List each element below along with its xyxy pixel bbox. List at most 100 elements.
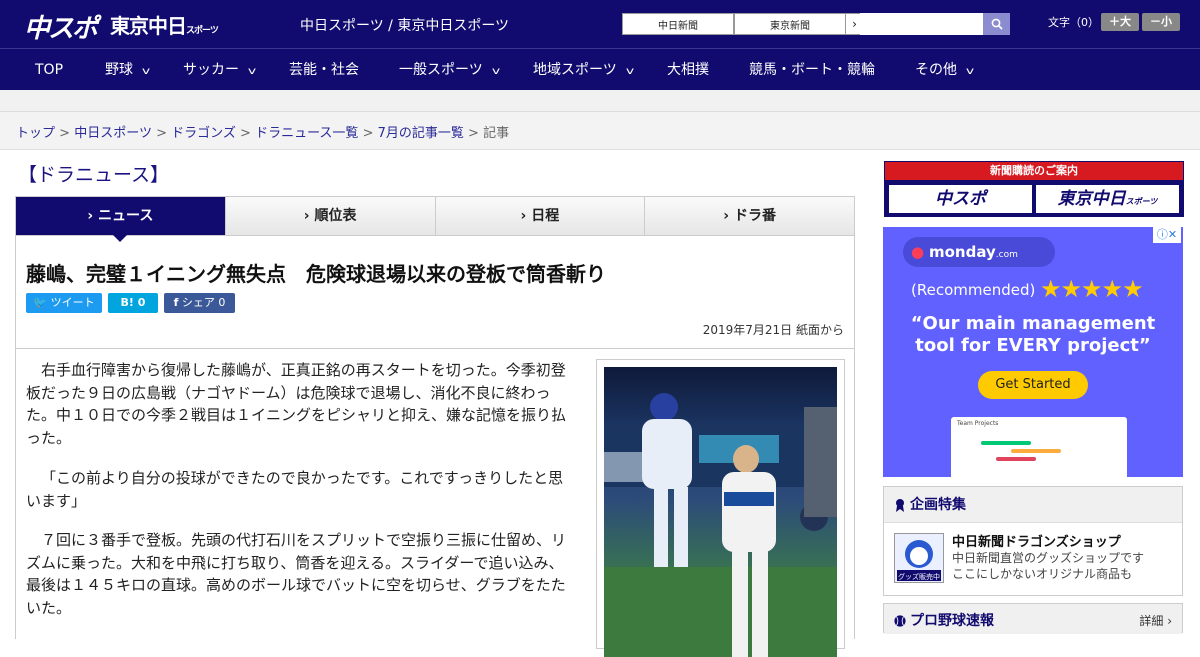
tweet-label: ツイート [50, 296, 95, 309]
ad-choices-icon[interactable]: ⓘ✕ [1153, 227, 1181, 243]
chunichi-sports-sub-logo: 中スポ [889, 185, 1032, 213]
dragons-shop-item[interactable]: グッズ販売中 中日新聞ドラゴンズショップ 中日新聞直営のグッズショップです ここ… [884, 523, 1182, 595]
breadcrumb-link[interactable]: トップ [16, 126, 55, 141]
nav-label: 地域スポーツ [533, 62, 617, 78]
monday-brand-suffix: .com [995, 250, 1018, 260]
twitter-icon: 🐦 [33, 296, 48, 309]
article-header: 藤嶋、完璧１イニング無失点 危険球退場以来の登板で筒香斬り 🐦 ツイート B! … [15, 236, 855, 349]
breadcrumb-bar: トップ > 中日スポーツ > ドラゴンズ > ドラニュース一覧 > 7月の記事一… [0, 112, 1200, 150]
nav-item-general-sports[interactable]: 一般スポーツ v [399, 49, 500, 91]
breadcrumb-link[interactable]: ドラニュース一覧 [255, 126, 358, 141]
get-started-button[interactable]: Get Started [978, 371, 1088, 399]
chevron-down-icon: v [625, 66, 634, 77]
feature-title: 企画特集 [910, 497, 966, 513]
tweet-button[interactable]: 🐦 ツイート [26, 293, 102, 313]
chevron-down-icon: v [491, 66, 500, 77]
chevron-down-icon: v [965, 66, 975, 77]
dragons-mascot-icon: グッズ販売中 [897, 540, 941, 581]
monday-logo-icon: ● [911, 243, 925, 261]
hatena-bookmark-button[interactable]: B! 0 [108, 293, 158, 313]
subscription-banner[interactable]: 新聞購読のご案内 中スポ 東京中日スポーツ [884, 161, 1184, 217]
breadcrumb-separator: > [468, 126, 479, 141]
nav-item-sumo[interactable]: 大相撲 [667, 49, 709, 91]
article-headline: 藤嶋、完璧１イニング無失点 危険球退場以来の登板で筒香斬り [26, 262, 606, 286]
nav-item-other[interactable]: その他 v [915, 49, 975, 91]
chevron-right-icon: › [520, 208, 527, 224]
breadcrumb-current: 記事 [483, 126, 510, 141]
ribbon-icon [896, 499, 904, 512]
font-larger-button[interactable]: ＋大 [1101, 13, 1139, 31]
subscription-label: 新聞購読のご案内 [885, 162, 1183, 180]
shop-desc-line: ここにしかないオリジナル商品も [952, 567, 1133, 581]
search-icon [991, 18, 1003, 30]
article-paragraph: 右手血行障害から復帰した藤嶋が、正真正銘の再スタートを切った。今季初登板だった９… [26, 361, 567, 447]
breadcrumb-separator: > [59, 126, 71, 141]
breadcrumb-link[interactable]: 7月の記事一覧 [378, 126, 464, 141]
ad-recommended: (Recommended) [911, 281, 1036, 299]
chunichi-shimbun-link[interactable]: 中日新聞 › [622, 13, 752, 35]
baseball-icon [894, 615, 906, 627]
nav-item-racing[interactable]: 競馬・ボート・競輪 [749, 49, 875, 91]
nav-item-soccer[interactable]: サッカー v [183, 49, 256, 91]
scores-more-link[interactable]: 詳細 › [1139, 604, 1172, 638]
facebook-share-label: シェア [181, 296, 215, 309]
mockup-bar [981, 441, 1031, 445]
tokyo-shimbun-label: 東京新聞 [770, 20, 810, 32]
nav-item-top[interactable]: TOP [35, 49, 63, 91]
article-body: 右手血行障害から復帰した藤嶋が、正真正銘の再スタートを切った。今季初登板だった９… [15, 349, 855, 657]
shop-description: 中日新聞直営のグッズショップです ここにしかないオリジナル商品も [952, 550, 1144, 582]
tab-news[interactable]: › ニュース [16, 197, 226, 242]
breadcrumb-separator: > [240, 126, 251, 141]
dragons-shop-image: グッズ販売中 [894, 533, 944, 583]
chunichi-sports-logo[interactable]: 中スポ [24, 8, 98, 45]
tokyo-logo-text: 東京中日 [110, 14, 187, 38]
facebook-count: 0 [218, 296, 226, 309]
font-size-label: 文字（0） [1048, 16, 1099, 29]
shop-badge-text: グッズ販売中 [898, 572, 940, 581]
nav-label: 競馬・ボート・競輪 [749, 62, 875, 78]
tab-schedule[interactable]: › 日程 [435, 197, 646, 235]
nav-item-baseball[interactable]: 野球 v [105, 49, 150, 91]
shop-title: 中日新聞ドラゴンズショップ [952, 535, 1121, 550]
font-smaller-button[interactable]: －小 [1142, 13, 1180, 31]
article-photo-frame[interactable] [596, 359, 845, 657]
chevron-right-icon: › [303, 208, 310, 224]
feature-box: 企画特集 グッズ販売中 中日新聞ドラゴンズショップ 中日新聞直営のグッズショップ… [883, 486, 1183, 596]
top-header: 中スポ 東京中日スポーツ 中日スポーツ / 東京中日スポーツ 中日新聞 › 東京… [0, 0, 1200, 48]
nav-label: その他 [915, 62, 957, 78]
tab-label: 日程 [531, 208, 560, 224]
news-tabs: › ニュース › 順位表 › 日程 › ドラ番 [15, 196, 855, 242]
search-input[interactable] [860, 13, 983, 35]
nav-item-entertainment[interactable]: 芸能・社会 [289, 49, 359, 91]
nav-label: 芸能・社会 [289, 62, 359, 78]
tab-label: ニュース [98, 208, 154, 224]
nav-item-local-sports[interactable]: 地域スポーツ v [533, 49, 634, 91]
breadcrumb-separator: > [362, 126, 374, 141]
ad-quote: “Our main management tool for EVERY proj… [910, 313, 1156, 356]
article-paragraph: ７回に３番手で登板。先頭の代打石川をスプリットで空振り三振に仕留め、リズムに乗っ… [26, 531, 567, 617]
monday-brand-name: monday [929, 243, 996, 261]
tokyo-shimbun-link[interactable]: 東京新聞 › [734, 13, 864, 35]
chevron-right-icon: › [87, 208, 94, 224]
tab-dora-ban[interactable]: › ドラ番 [645, 197, 854, 235]
monday-ad[interactable]: ● monday.com ⓘ✕ (Recommended) ★★★★★ “Our… [883, 227, 1183, 477]
feature-header: 企画特集 [884, 487, 1182, 523]
tab-label: 順位表 [314, 208, 357, 224]
section-title: 【ドラニュース】 [18, 164, 170, 186]
facebook-share-button[interactable]: f シェア 0 [164, 293, 235, 313]
breadcrumb-link[interactable]: ドラゴンズ [171, 126, 236, 141]
tokyo-chunichi-logo[interactable]: 東京中日スポーツ [110, 10, 219, 39]
article-date: 2019年7月21日 紙面から [702, 323, 844, 337]
nav-label: 一般スポーツ [399, 62, 483, 78]
breadcrumb-link[interactable]: 中日スポーツ [74, 126, 152, 141]
search-button[interactable] [983, 13, 1010, 35]
baseball-players-image [604, 393, 837, 657]
breadcrumb: トップ > 中日スポーツ > ドラゴンズ > ドラニュース一覧 > 7月の記事一… [16, 122, 509, 141]
tab-standings[interactable]: › 順位表 [225, 197, 436, 235]
tokyo-chunichi-sub-logo: 東京中日スポーツ [1036, 185, 1179, 213]
monday-brand: ● monday.com [903, 237, 1055, 267]
hatena-count: 0 [137, 296, 146, 309]
ad-product-mockup: Team Projects [951, 417, 1127, 477]
article-paragraph: 「この前より自分の投球ができたので良かったです。これですっきりしたと思います」 [26, 469, 564, 510]
nav-label: 野球 [105, 62, 133, 78]
